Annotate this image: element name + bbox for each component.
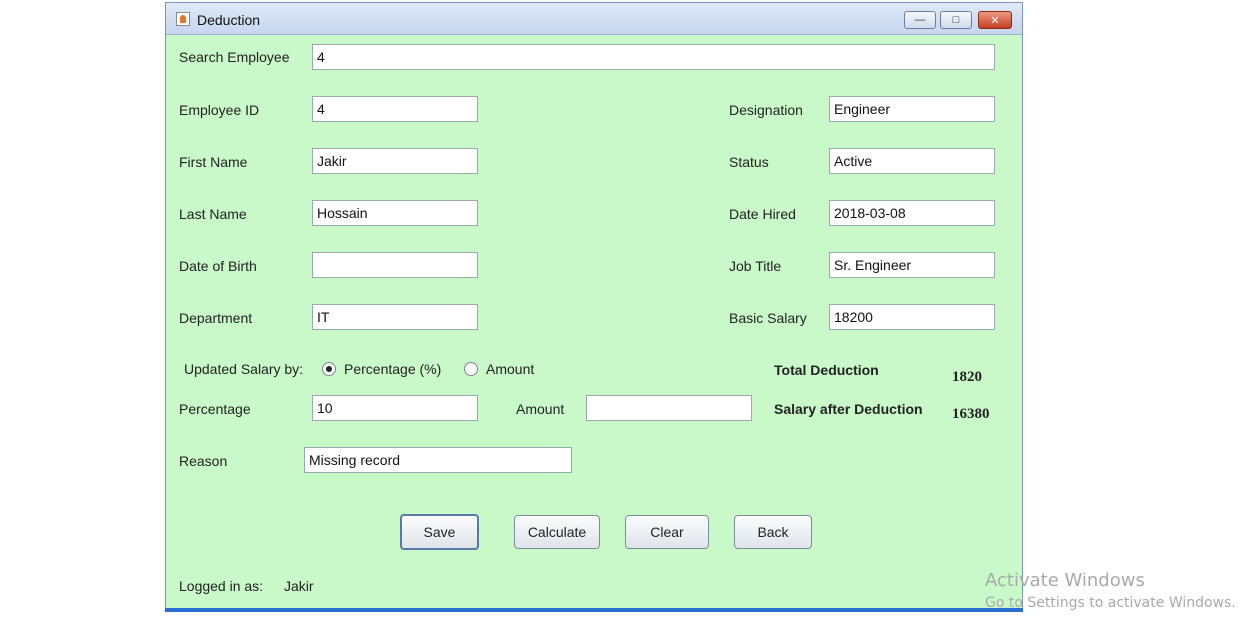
clear-button[interactable]: Clear [625,515,709,549]
date-hired-input[interactable]: 2018-03-08 [829,200,995,226]
reason-label: Reason [179,453,228,469]
activate-windows-subtitle: Go to Settings to activate Windows. [985,595,1236,611]
deduction-window: Deduction — □ ✕ Search Employee 4 Employ… [165,2,1023,610]
radio-amount-label: Amount [486,361,535,377]
date-of-birth-label: Date of Birth [179,258,257,274]
date-of-birth-input[interactable] [312,252,478,278]
search-employee-input[interactable]: 4 [312,44,995,70]
close-icon: ✕ [990,14,1000,27]
amount-input[interactable] [586,395,752,421]
save-button[interactable]: Save [400,514,479,550]
window-title: Deduction [197,12,261,28]
radio-amount-indicator[interactable] [464,362,478,376]
maximize-button[interactable]: □ [940,11,972,29]
job-title-label: Job Title [729,258,782,274]
status-label: Status [729,154,769,170]
title-bar[interactable]: Deduction — □ ✕ [166,3,1022,35]
activate-windows-title: Activate Windows [985,570,1145,591]
total-deduction-value: 1820 [952,369,982,385]
status-input[interactable]: Active [829,148,995,174]
first-name-input[interactable]: Jakir [312,148,478,174]
employee-id-label: Employee ID [179,102,260,118]
department-label: Department [179,310,253,326]
basic-salary-input[interactable]: 18200 [829,304,995,330]
logged-in-user: Jakir [284,578,314,594]
radio-percentage-indicator[interactable] [322,362,336,376]
close-button[interactable]: ✕ [978,11,1012,29]
employee-id-input[interactable]: 4 [312,96,478,122]
department-input[interactable]: IT [312,304,478,330]
salary-after-deduction-value: 16380 [952,406,990,422]
minimize-icon: — [914,14,926,26]
basic-salary-label: Basic Salary [729,310,807,326]
last-name-label: Last Name [179,206,247,222]
designation-input[interactable]: Engineer [829,96,995,122]
radio-percentage[interactable]: Percentage (%) [322,361,441,377]
back-button[interactable]: Back [734,515,812,549]
percentage-input[interactable]: 10 [312,395,478,421]
percentage-label: Percentage [179,401,251,417]
last-name-input[interactable]: Hossain [312,200,478,226]
logged-in-label: Logged in as: [179,578,264,594]
salary-after-deduction-label: Salary after Deduction [774,401,923,417]
search-employee-label: Search Employee [179,49,290,65]
amount-label: Amount [516,401,565,417]
window-bottom-edge [165,608,1023,612]
calculate-button[interactable]: Calculate [514,515,600,549]
job-title-input[interactable]: Sr. Engineer [829,252,995,278]
radio-amount[interactable]: Amount [464,361,534,377]
java-app-icon [176,12,190,26]
date-hired-label: Date Hired [729,206,796,222]
maximize-icon: □ [952,14,960,26]
first-name-label: First Name [179,154,248,170]
reason-input[interactable]: Missing record [304,447,572,473]
radio-percentage-label: Percentage (%) [344,361,442,377]
total-deduction-label: Total Deduction [774,362,879,378]
minimize-button[interactable]: — [904,11,936,29]
designation-label: Designation [729,102,803,118]
updated-salary-label: Updated Salary by: [184,361,304,377]
